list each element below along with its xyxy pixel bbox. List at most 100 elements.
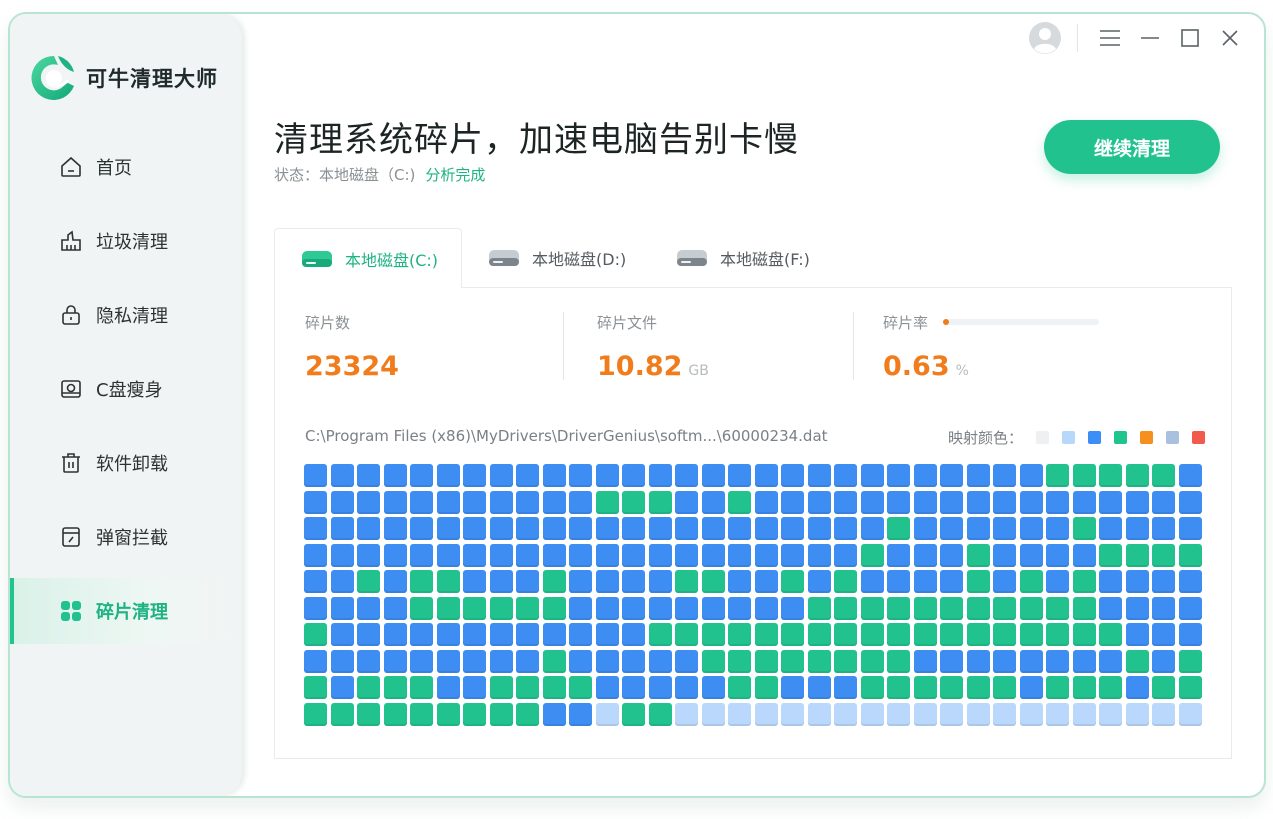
stat-unit: GB <box>688 363 709 379</box>
tab-disk-d[interactable]: 本地磁盘(D:) <box>462 228 650 288</box>
fragment-cell <box>728 464 751 487</box>
sidebar-item-fragment-clean[interactable]: 碎片清理 <box>10 578 242 644</box>
fragment-cell <box>1099 570 1122 593</box>
fragment-cell <box>304 623 327 646</box>
continue-clean-button[interactable]: 继续清理 <box>1044 120 1220 174</box>
sidebar-item-software-uninstall[interactable]: 软件卸载 <box>10 430 242 496</box>
tab-disk-f[interactable]: 本地磁盘(F:) <box>650 228 838 288</box>
fragment-cell <box>834 464 857 487</box>
status-label: 状态：本地磁盘（C:) <box>274 166 416 184</box>
fragment-cell <box>913 702 937 726</box>
fragment-cell <box>1152 649 1175 673</box>
sidebar-item-label: 弹窗拦截 <box>96 528 168 549</box>
stat-label: 碎片文件 <box>597 314 658 332</box>
fragment-cell <box>436 570 460 593</box>
fragment-cell <box>887 623 910 646</box>
fragment-cell <box>940 676 963 699</box>
fragment-cell <box>754 517 778 540</box>
close-button[interactable] <box>1210 20 1250 56</box>
fragment-cell <box>1072 490 1096 514</box>
fragment-cell <box>648 464 672 487</box>
fragment-cell <box>569 570 592 593</box>
fragment-cell <box>516 702 539 726</box>
avatar-icon <box>1029 22 1061 54</box>
fragment-cell <box>542 649 566 673</box>
fragment-cell <box>860 676 884 699</box>
fragment-cell <box>330 649 354 673</box>
minimize-button[interactable] <box>1130 20 1170 56</box>
fragment-cell <box>1046 543 1069 567</box>
fragment-cell <box>383 702 407 726</box>
fragment-cell <box>754 596 778 620</box>
sidebar-item-c-drive-slim[interactable]: C盘瘦身 <box>10 356 242 422</box>
fragment-cell <box>595 464 619 487</box>
fragment-cell <box>357 570 380 593</box>
fragment-cell <box>1072 464 1096 487</box>
fragment-cell <box>781 543 804 567</box>
user-avatar-button[interactable] <box>1025 20 1065 56</box>
fragment-cell <box>1178 570 1202 593</box>
sidebar-item-popup-block[interactable]: 弹窗拦截 <box>10 504 242 570</box>
tab-disk-c[interactable]: 本地磁盘(C:) <box>274 228 462 288</box>
fragment-cell <box>516 596 539 620</box>
fragment-cell <box>330 490 354 514</box>
fragment-cell <box>993 596 1016 620</box>
maximize-button[interactable] <box>1170 20 1210 56</box>
fragment-cell <box>569 623 592 646</box>
fragment-cell <box>1152 596 1175 620</box>
fragment-cell <box>489 570 513 593</box>
trash-bin-icon <box>58 228 84 254</box>
fragment-cell <box>330 676 354 699</box>
fragment-cell <box>1019 464 1043 487</box>
sidebar-item-home[interactable]: 首页 <box>10 134 242 200</box>
app-name: 可牛清理大师 <box>86 67 218 91</box>
fragment-rate-bar <box>943 319 1099 325</box>
fragment-cell <box>357 623 380 646</box>
status-value: 分析完成 <box>425 166 486 184</box>
fragment-cell <box>648 702 672 726</box>
fragment-cell <box>304 517 327 540</box>
fragment-cell <box>728 517 751 540</box>
disk-drive-icon <box>677 250 707 266</box>
fragment-cell <box>966 596 990 620</box>
fragment-cell <box>807 517 831 540</box>
fragment-cell <box>1046 570 1069 593</box>
fragment-cell <box>489 464 513 487</box>
sidebar-item-junk-clean[interactable]: 垃圾清理 <box>10 208 242 274</box>
fragment-cell <box>330 464 354 487</box>
fragment-cell <box>1099 543 1122 567</box>
fragment-cell <box>834 596 857 620</box>
fragment-cell <box>1125 490 1149 514</box>
fragment-cell <box>834 649 857 673</box>
fragment-cell <box>834 676 857 699</box>
fragment-cell <box>1125 596 1149 620</box>
fragment-cell <box>410 464 433 487</box>
fragment-cell <box>595 490 619 514</box>
fragment-cell <box>357 702 380 726</box>
color-legend: 映射颜色： <box>948 427 1205 448</box>
stat-label: 碎片数 <box>305 314 351 332</box>
fragment-cell <box>1099 517 1122 540</box>
fragment-cell <box>807 570 831 593</box>
fragments-icon <box>58 598 84 624</box>
page-title: 清理系统碎片，加速电脑告别卡慢 <box>274 120 799 160</box>
fragment-cell <box>1178 543 1202 567</box>
menu-button[interactable] <box>1090 20 1130 56</box>
fragment-cell <box>595 517 619 540</box>
fragment-cell <box>1019 649 1043 673</box>
fragment-cell <box>1072 676 1096 699</box>
fragment-cell <box>807 623 831 646</box>
fragment-cell <box>542 676 566 699</box>
fragment-cell <box>648 543 672 567</box>
fragment-cell <box>622 570 645 593</box>
fragment-cell <box>1019 543 1043 567</box>
fragment-cell <box>516 570 539 593</box>
fragment-cell <box>516 490 539 514</box>
sidebar-item-privacy-clean[interactable]: 隐私清理 <box>10 282 242 348</box>
fragment-cell <box>887 490 910 514</box>
fragment-cell <box>1072 570 1096 593</box>
fragment-cell <box>357 649 380 673</box>
fragment-cell <box>754 490 778 514</box>
fragment-cell <box>966 623 990 646</box>
fragment-cell <box>1072 702 1096 726</box>
